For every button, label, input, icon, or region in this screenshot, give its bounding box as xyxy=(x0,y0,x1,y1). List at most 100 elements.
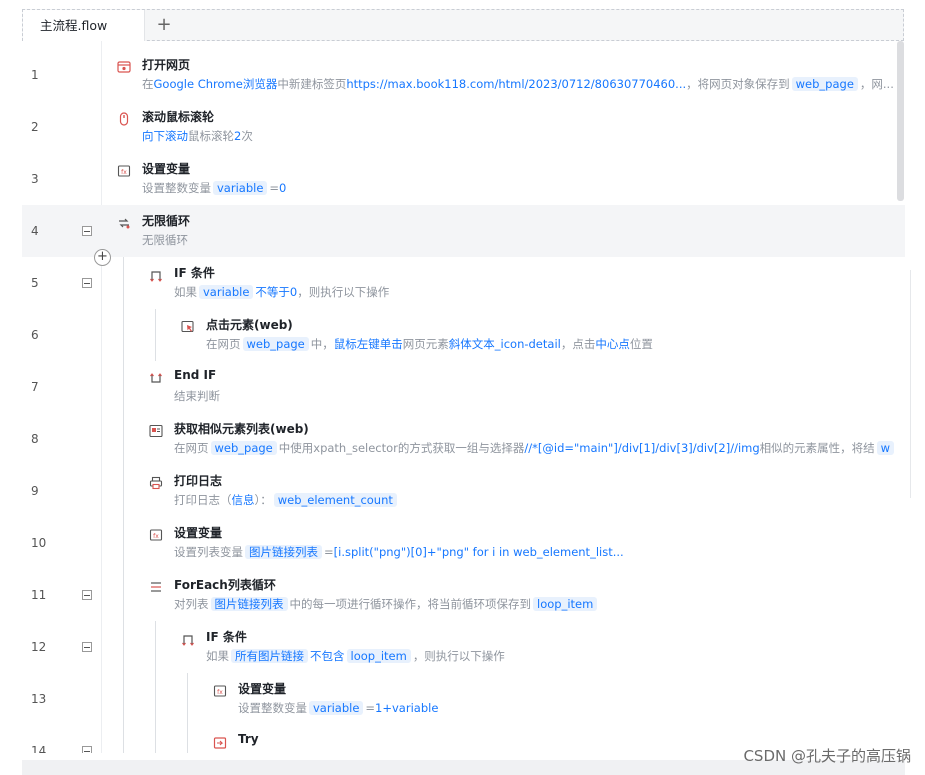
step-row[interactable]: 5 IF 条件 如果 variable 不等于0，则执行以下操作 xyxy=(22,257,905,309)
tab-main-flow[interactable]: 主流程.flow xyxy=(23,10,145,41)
desc-text: 中使用xpath_selector的方式获取一组与选择器 xyxy=(278,441,525,455)
loop-icon xyxy=(117,215,131,229)
desc-keyword: 斜体文本_icon-detail xyxy=(448,337,561,351)
desc-text: = xyxy=(324,545,334,559)
svg-text:fx: fx xyxy=(121,169,127,176)
desc-text: 设置整数变量 xyxy=(142,181,211,195)
line-number: 5 xyxy=(31,276,39,290)
desc-text: = xyxy=(269,181,280,195)
desc-keyword: [i.split("png")[0]+"png" for i in web_el… xyxy=(333,545,624,559)
panel-divider xyxy=(910,270,911,498)
desc-text: ，点击 xyxy=(560,337,596,351)
desc-text: ）： xyxy=(254,493,272,507)
step-row[interactable]: 10 fx 设置变量 设置列表变量 图片链接列表 =[i.split("png")[0]+… xyxy=(22,517,905,569)
line-number: 12 xyxy=(31,640,47,654)
step-title: 打印日志 xyxy=(174,474,223,488)
desc-text: ，则执行以下操作 xyxy=(412,649,505,663)
step-row[interactable]: 11 ForEach列表循环 对列表 图片链接列表 中的每一项进行循环操作，将当前循环项… xyxy=(22,569,905,621)
tab-label: 主流程.flow xyxy=(40,18,108,33)
variable-icon: fx xyxy=(213,683,227,697)
step-row[interactable]: 8 获取相似元素列表(web) 在网页 web_page 中使用xpath_select… xyxy=(22,413,905,465)
desc-text: = xyxy=(365,701,376,715)
variable-chip: web_page xyxy=(242,337,309,351)
step-row[interactable]: 1 打开网页 在Google Chrome浏览器中新建标签页https://max.… xyxy=(22,49,905,101)
desc-text: 如果 xyxy=(206,649,229,663)
collapse-toggle[interactable] xyxy=(82,278,92,288)
add-step-button[interactable]: + xyxy=(94,249,111,266)
step-title: 设置变量 xyxy=(238,682,287,696)
variable-chip: variable xyxy=(213,181,268,195)
collapse-toggle[interactable] xyxy=(82,226,92,236)
variable-chip: loop_item xyxy=(533,597,598,611)
variable-chip: web_element_count xyxy=(273,493,397,507)
collapse-toggle[interactable] xyxy=(82,746,92,753)
svg-text:fx: fx xyxy=(153,533,159,540)
watermark: CSDN @孔夫子的高压锅 xyxy=(743,747,911,765)
variable-chip: variable xyxy=(199,285,254,299)
desc-keyword: 鼠标左键单击 xyxy=(333,337,403,351)
desc-text: 无限循环 xyxy=(142,233,188,247)
desc-keyword: Google Chrome浏览器 xyxy=(153,77,278,91)
desc-text: 次 xyxy=(241,129,253,143)
step-description: 设置整数变量 variable =1+variable xyxy=(238,700,438,716)
line-number: 1 xyxy=(31,68,39,82)
variable-chip: web_page xyxy=(791,77,858,91)
vertical-scrollbar[interactable] xyxy=(897,41,904,201)
desc-text: 位置 xyxy=(629,337,653,351)
desc-text: 在 xyxy=(142,77,154,91)
mouse-wheel-icon xyxy=(117,111,131,126)
step-title: 滚动鼠标滚轮 xyxy=(142,110,215,124)
line-number: 13 xyxy=(31,692,47,706)
step-row[interactable]: 4 无限循环 无限循环 xyxy=(22,205,905,257)
step-description: 在网页 web_page 中，鼠标左键单击网页元素斜体文本_icon-detail，… xyxy=(206,336,653,352)
step-title: 设置变量 xyxy=(174,526,223,540)
step-title: 无限循环 xyxy=(142,214,191,228)
desc-text: 结束判断 xyxy=(174,389,220,403)
variable-chip: loop_item xyxy=(346,649,411,663)
desc-text: 设置整数变量 xyxy=(238,701,307,715)
desc-text: 设置列表变量 xyxy=(174,545,243,559)
svg-text:fx: fx xyxy=(217,689,223,696)
step-description: 在网页 web_page 中使用xpath_selector的方式获取一组与选择器/… xyxy=(174,440,896,456)
flow-editor: 1 打开网页 在Google Chrome浏览器中新建标签页https://max.… xyxy=(22,41,905,753)
step-row[interactable]: 3 fx 设置变量 设置整数变量 variable =0 xyxy=(22,153,905,205)
step-description: 如果 所有图片链接 不包含 loop_item ，则执行以下操作 xyxy=(206,648,505,664)
desc-text: 对列表 xyxy=(174,597,209,611)
desc-keyword: 不等于 xyxy=(255,285,290,299)
collapse-toggle[interactable] xyxy=(82,642,92,652)
desc-text: ，则执行以下操作 xyxy=(297,285,390,299)
step-title: IF 条件 xyxy=(174,266,215,280)
step-description: 结束判断 xyxy=(174,388,220,404)
desc-text: 相似的元素属性，将结 xyxy=(759,441,875,455)
step-description: 对列表 图片链接列表 中的每一项进行循环操作，将当前循环项保存到 loop_item xyxy=(174,596,599,612)
desc-keyword: https://max.book118.com/html/2023/0712/8… xyxy=(346,77,687,91)
browser-icon xyxy=(117,59,131,73)
variable-chip: 图片链接列表 xyxy=(245,545,322,559)
desc-text: 中， xyxy=(310,337,334,351)
variable-icon: fx xyxy=(117,163,131,177)
step-row[interactable]: 2 滚动鼠标滚轮 向下滚动鼠标滚轮2次 xyxy=(22,101,905,153)
step-title: 获取相似元素列表(web) xyxy=(174,422,309,436)
line-number: 3 xyxy=(31,172,39,186)
line-number: 11 xyxy=(31,588,47,602)
desc-text: ，将网页对象保存到 xyxy=(686,77,790,91)
desc-text: 打印日志（ xyxy=(174,493,232,507)
variable-chip: web_page xyxy=(210,441,277,455)
desc-text: 中的每一项进行循环操作，将当前循环项保存到 xyxy=(289,597,532,611)
step-row[interactable]: 7 End IF 结束判断 xyxy=(22,361,905,413)
desc-text: ，网... xyxy=(859,77,894,91)
desc-keyword: 1+variable xyxy=(375,701,439,715)
click-icon xyxy=(181,319,195,333)
desc-text: 网页元素 xyxy=(402,337,449,351)
step-description: 向下滚动鼠标滚轮2次 xyxy=(142,128,253,144)
tab-bar: 主流程.flow + xyxy=(22,9,904,41)
try-icon xyxy=(213,735,227,749)
nesting-guide xyxy=(123,257,124,753)
variable-chip: 图片链接列表 xyxy=(210,597,288,611)
step-title: 点击元素(web) xyxy=(206,318,293,332)
step-description: 设置列表变量 图片链接列表 =[i.split("png")[0]+"png" fo… xyxy=(174,544,624,560)
add-tab-button[interactable]: + xyxy=(151,10,177,41)
step-row[interactable]: 9 打印日志 打印日志（信息）： web_element_count xyxy=(22,465,905,517)
variable-chip: 所有图片链接 xyxy=(231,649,308,663)
collapse-toggle[interactable] xyxy=(82,590,92,600)
